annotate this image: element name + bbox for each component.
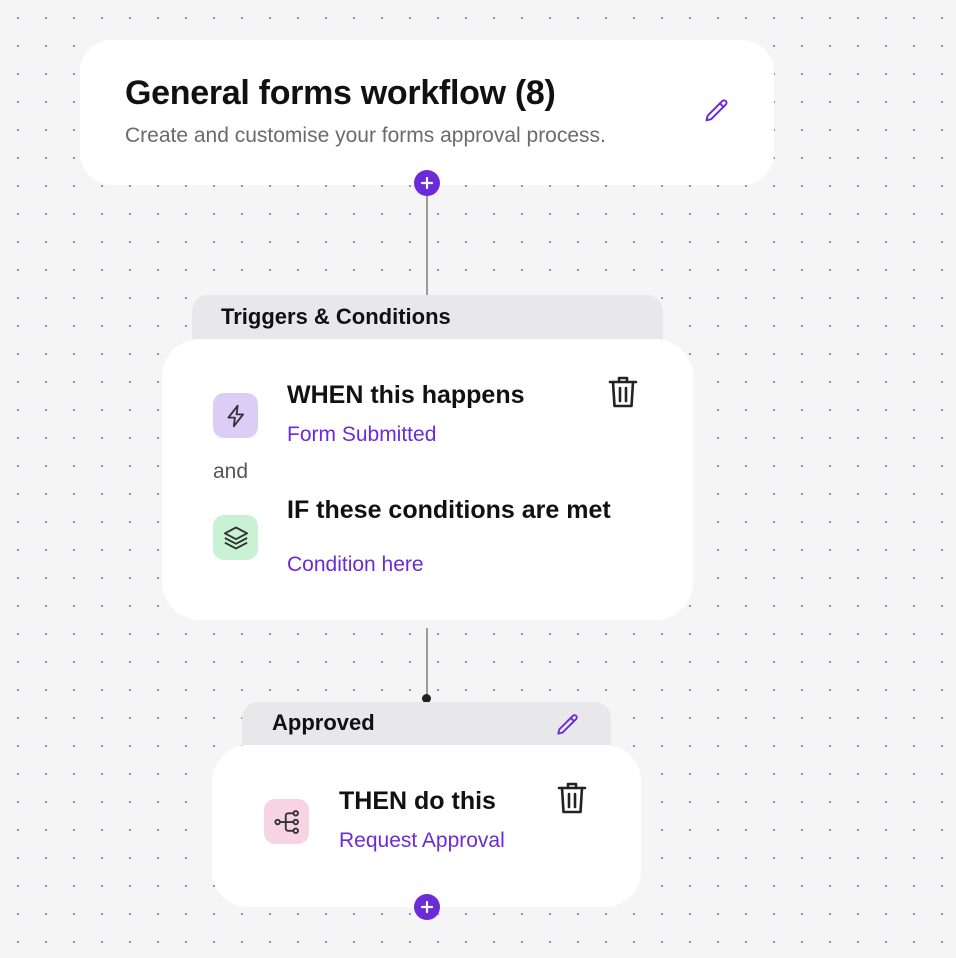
delete-trigger-button[interactable] (606, 374, 640, 410)
layers-icon (223, 526, 248, 549)
edit-workflow-button[interactable] (700, 94, 734, 128)
flow-branch-icon (273, 809, 299, 834)
and-connector-text: and (213, 460, 249, 483)
trigger-icon-tile (213, 393, 258, 438)
approved-label: Approved (272, 710, 375, 735)
condition-icon-tile (213, 515, 258, 560)
connector-line (426, 628, 428, 698)
pencil-icon (705, 99, 728, 122)
lightning-icon (226, 404, 244, 427)
add-step-button[interactable] (414, 894, 440, 920)
then-title: THEN do this (339, 787, 496, 815)
connector-line (426, 196, 428, 295)
workflow-description: Create and customise your forms approval… (125, 124, 606, 147)
action-icon-tile (264, 799, 309, 844)
action-card: THEN do this Request Approval (212, 745, 641, 907)
plus-icon (420, 900, 434, 914)
pencil-icon (557, 714, 578, 735)
when-title: WHEN this happens (287, 381, 525, 409)
add-step-button[interactable] (414, 170, 440, 196)
trash-icon (557, 782, 587, 814)
delete-action-button[interactable] (555, 780, 589, 816)
edit-approved-button[interactable] (553, 710, 583, 740)
trigger-link[interactable]: Form Submitted (287, 423, 436, 447)
workflow-header-card: General forms workflow (8) Create and cu… (80, 40, 774, 185)
workflow-title: General forms workflow (8) (125, 74, 556, 112)
if-title: IF these conditions are met (287, 496, 611, 524)
trigger-card: WHEN this happens Form Submitted and IF … (162, 339, 693, 620)
triggers-conditions-label: Triggers & Conditions (221, 304, 451, 329)
plus-icon (420, 176, 434, 190)
condition-link[interactable]: Condition here (287, 553, 424, 577)
trash-icon (608, 376, 638, 408)
action-link[interactable]: Request Approval (339, 829, 505, 853)
